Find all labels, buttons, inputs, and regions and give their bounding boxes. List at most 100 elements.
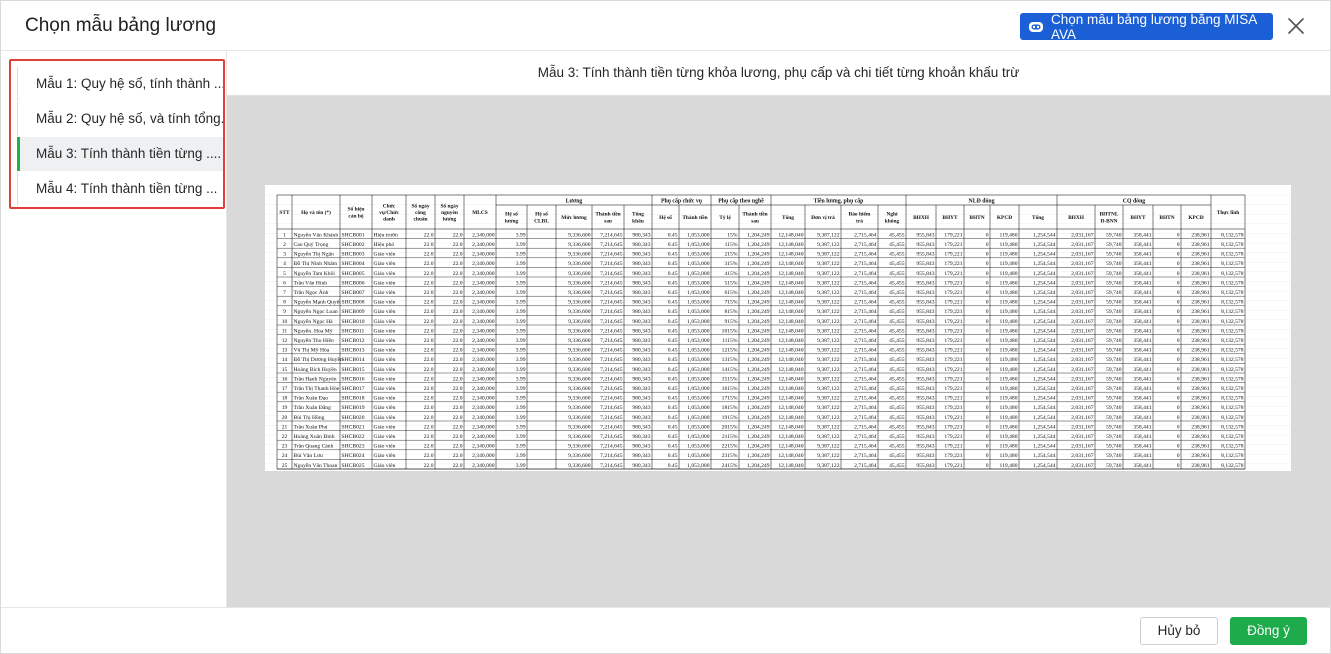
table-cell: 22.0 [424,357,434,363]
table-cell: 0 [1177,271,1180,277]
table-cell: 238,961 [1191,434,1209,440]
table-cell: Giáo viên [374,405,396,411]
table-cell: 8,132,578 [1221,271,1244,277]
table-cell: 45,455 [889,453,905,459]
table-cell: 955,843 [916,405,934,411]
table-cell: 8,132,578 [1221,232,1244,238]
template-item-1[interactable]: Mẫu 1: Quy hệ số, tính thành ... [17,67,223,101]
table-cell: 815% [724,309,737,315]
table-cell: 1,053,000 [687,386,710,392]
table-cell: 8,132,578 [1221,309,1244,315]
table-cell: 2,340,000 [472,405,495,411]
table-cell: 9,387,122 [817,232,840,238]
table-cell: 3.99 [516,348,526,354]
table-cell: 2,340,000 [472,453,495,459]
table-cell: 0.45 [668,386,678,392]
table-cell: 238,961 [1191,338,1209,344]
misa-ava-button[interactable]: Chọn mẫu bảng lương bằng MISA AVA [1020,12,1273,42]
table-cell: 7,214,645 [600,271,623,277]
template-item-4[interactable]: Mẫu 4: Tính thành tiền từng ... [17,172,223,206]
row-index: 9 [283,309,286,315]
table-cell: 9,336,600 [568,232,591,238]
table-cell: 9,387,122 [817,405,840,411]
payroll-sheet-preview[interactable]: Lương Phụ cấp chức vụ Phụ cấp theo nghề Tiề… [265,185,1291,471]
table-cell: 1,204,249 [747,232,770,238]
table-cell: Nguyễn Thu Hiền [294,337,334,344]
table-cell: 1,053,000 [687,300,710,306]
table-cell: SHCB023 [342,444,365,450]
group-header-label: NLĐ đóng [969,199,995,205]
table-cell: 2,340,000 [472,424,495,430]
table-cell: 9,336,600 [568,348,591,354]
table-cell: 9,336,600 [568,415,591,421]
table-cell: 2,715,464 [854,232,877,238]
table-cell: 45,455 [889,280,905,286]
table-cell: 980,343 [632,300,650,306]
table-cell: 2,715,464 [854,415,877,421]
table-cell: Hiệu trưởn [374,232,399,238]
table-cell: Đỗ Thị Dương Huyền [294,356,343,363]
table-cell: 119,480 [1000,348,1018,354]
table-cell: 358,441 [1133,444,1151,450]
template-item-2[interactable]: Mẫu 2: Quy hệ số, và tính tổng... [17,102,223,136]
table-cell: SHCB013 [342,348,365,354]
table-cell: Bùi Văn Lưu [294,453,324,459]
table-cell: 0 [1177,386,1180,392]
table-cell: 22.0 [453,271,463,277]
table-cell: 22.0 [424,463,434,469]
table-cell: 358,441 [1133,280,1151,286]
column-header-label: lương [443,217,457,223]
cancel-button[interactable]: Hủy bỏ [1140,617,1218,645]
table-cell: 1,254,544 [1033,338,1056,344]
table-cell: SHCB019 [342,405,365,411]
table-cell: 980,343 [632,348,650,354]
table-cell: 2,340,000 [472,290,495,296]
template-preview: Mẫu 3: Tính thành tiền từng khỏa lương, … [227,51,1330,607]
table-cell: 1,204,249 [747,424,770,430]
table-cell: 515% [724,280,737,286]
table-cell: 22.0 [424,453,434,459]
table-cell: 22.0 [453,453,463,459]
table-cell: 45,455 [889,232,905,238]
table-cell: 22.0 [453,357,463,363]
table-cell: 179,221 [944,261,962,267]
close-icon[interactable] [1285,15,1307,37]
row-index: 12 [282,338,288,344]
table-cell: SHCB018 [342,396,365,402]
table-cell: 7,214,645 [600,328,623,334]
table-cell: 119,480 [1000,319,1018,325]
table-cell: 2,031,167 [1071,348,1094,354]
table-cell: 9,336,600 [568,444,591,450]
table-cell: Trần Văn Hinh [294,279,328,286]
table-cell: 358,441 [1133,367,1151,373]
table-cell: 358,441 [1133,386,1151,392]
table-cell: 1,053,000 [687,434,710,440]
table-cell: Hoàng Xuân Đình [294,434,335,440]
table-cell: 2,715,464 [854,300,877,306]
table-cell: 22.0 [424,232,434,238]
table-cell: 9,387,122 [817,271,840,277]
table-cell: 7,214,645 [600,290,623,296]
confirm-button[interactable]: Đồng ý [1230,617,1307,645]
table-cell: 238,961 [1191,252,1209,258]
template-item-3[interactable]: Mẫu 3: Tính thành tiền từng .... [17,137,223,171]
table-cell: 7,214,645 [600,338,623,344]
table-cell: 0 [986,309,989,315]
column-header-label: KPCĐ [997,215,1012,221]
row-index: 8 [283,300,286,306]
column-header-label: Thực lĩnh [1217,210,1240,216]
table-cell: 238,961 [1191,444,1209,450]
table-cell: 9,387,122 [817,415,840,421]
table-cell: 12,148,040 [778,300,803,306]
table-cell: 1,254,544 [1033,348,1056,354]
table-cell: 0 [1177,290,1180,296]
table-cell: 238,961 [1191,271,1209,277]
table-cell: 1,053,000 [687,415,710,421]
column-header-label: STT [279,210,290,216]
table-cell: 955,843 [916,348,934,354]
table-cell: 0 [986,434,989,440]
table-cell: 1,053,000 [687,463,710,469]
table-cell: 2,715,464 [854,396,877,402]
table-cell: 3.99 [516,280,526,286]
table-cell: 0 [1177,396,1180,402]
